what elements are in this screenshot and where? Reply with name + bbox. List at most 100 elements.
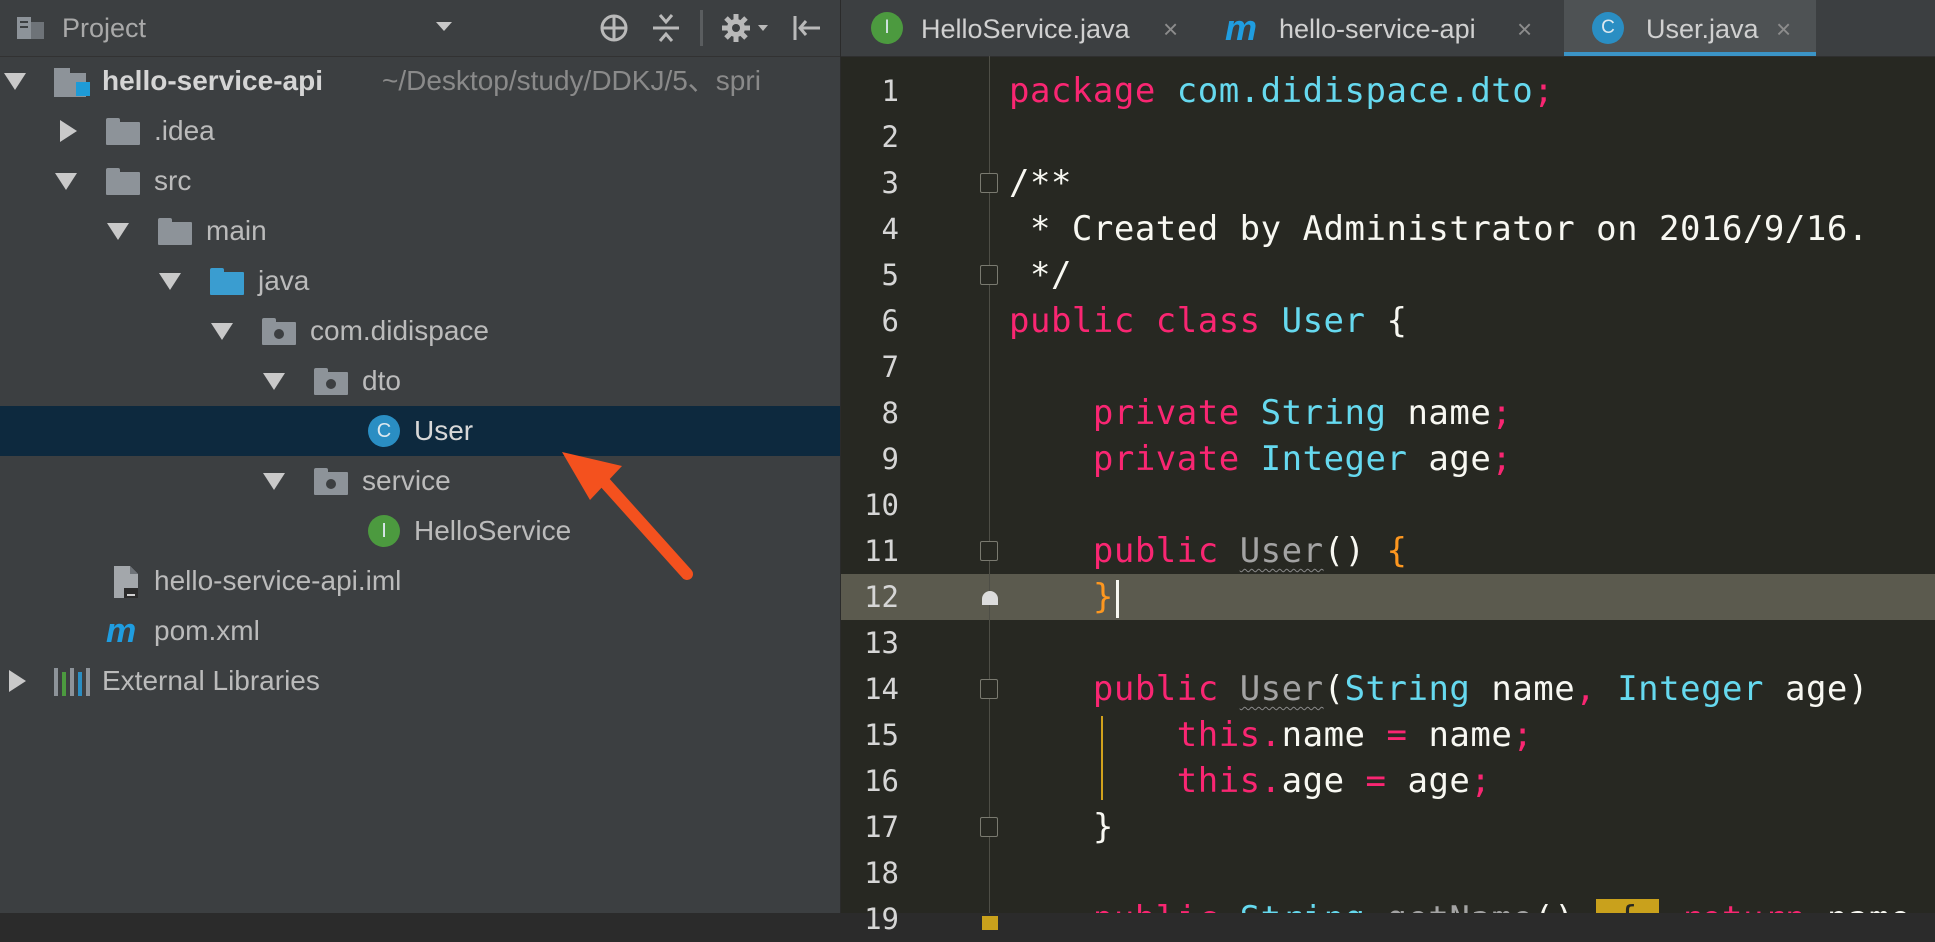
code-token: /** (1009, 163, 1072, 203)
line-number: 16 (864, 764, 899, 798)
fold-marker-icon[interactable] (980, 817, 998, 837)
tab-hello-service-api[interactable]: m hello-service-api × (1199, 0, 1553, 56)
interface-icon: I (368, 515, 400, 547)
code-token: return (1659, 899, 1827, 913)
line-number: 11 (864, 534, 899, 568)
tree-item-label: .idea (154, 115, 215, 146)
project-panel-title[interactable]: Project (62, 0, 146, 56)
fold-marker-icon[interactable] (980, 265, 998, 285)
code-area[interactable]: package com.didispace.dto; /** * Created … (1009, 56, 1935, 913)
code-token: ; (1491, 393, 1513, 433)
editor-tab-bar: I HelloService.java × m hello-service-ap… (841, 0, 1935, 57)
code-token: String (1344, 669, 1492, 709)
line-number: 8 (881, 396, 899, 430)
tree-item-hello-service-api[interactable]: hello-service-api ~/Desktop/study/DDKJ/5… (0, 56, 840, 106)
module-path: ~/Desktop/study/DDKJ/5、spri (382, 65, 761, 96)
line-number: 15 (864, 718, 899, 752)
code-line: public class User { (1009, 298, 1407, 344)
tree-item-service[interactable]: service (0, 456, 840, 506)
tree-item-main[interactable]: main (0, 206, 840, 256)
code-token: ; (1491, 439, 1513, 479)
tree-item-user[interactable]: C User (0, 406, 840, 456)
code-line: private Integer age; (1009, 436, 1512, 482)
expand-arrow-icon[interactable] (263, 356, 285, 406)
package-icon (314, 368, 348, 395)
scroll-from-source-icon[interactable] (596, 0, 632, 56)
tree-item-dto[interactable]: dto (0, 356, 840, 406)
code-token: String (1260, 393, 1408, 433)
tree-item-label: User (414, 415, 474, 446)
code-line: * Created by Administrator on 2016/9/16. (1009, 206, 1869, 252)
settings-gear-icon[interactable] (718, 0, 772, 56)
tree-item-label: pom.xml (154, 615, 260, 646)
folder-icon (158, 218, 192, 245)
line-number: 18 (864, 856, 899, 890)
module-folder-icon (52, 64, 94, 97)
code-token: User (1239, 669, 1324, 709)
tab-label: hello-service-api (1279, 14, 1476, 44)
code-token: package (1009, 71, 1177, 111)
code-token: age) (1784, 669, 1869, 709)
code-line: */ (1009, 252, 1072, 298)
expand-arrow-icon[interactable] (55, 156, 77, 206)
expand-arrow-icon[interactable] (159, 256, 181, 306)
iml-file-icon (110, 564, 144, 598)
folder-icon (106, 118, 140, 145)
tree-item-com-didispace[interactable]: com.didispace (0, 306, 840, 356)
tree-item-label: java (258, 265, 310, 296)
line-number: 1 (881, 74, 899, 108)
tree-item-pom-xml[interactable]: m pom.xml (0, 606, 840, 656)
source-folder-icon (210, 268, 244, 295)
interface-icon: I (871, 12, 903, 44)
tree-item-iml[interactable]: hello-service-api.iml (0, 556, 840, 606)
line-number: 2 (881, 120, 899, 154)
folded-code-block[interactable]: { (1596, 899, 1660, 913)
expand-arrow-icon[interactable] (263, 456, 285, 506)
class-icon: C (368, 415, 400, 447)
code-line: /** (1009, 160, 1072, 206)
view-dropdown-arrow-icon[interactable] (436, 22, 452, 31)
line-number: 17 (864, 810, 899, 844)
code-token: Integer (1260, 439, 1429, 479)
expand-fold-icon[interactable] (982, 916, 998, 930)
code-line: this.name = name; (1009, 712, 1533, 758)
tree-item-helloservice[interactable]: I HelloService (0, 506, 840, 556)
expand-arrow-icon[interactable] (4, 56, 26, 106)
line-number: 9 (881, 442, 899, 476)
code-token: this. (1176, 715, 1282, 755)
breakpoint-marker-icon[interactable] (982, 591, 998, 605)
code-token: age (1281, 761, 1366, 801)
expand-arrow-icon[interactable] (107, 206, 129, 256)
folder-icon (106, 168, 140, 195)
close-tab-icon[interactable]: × (1776, 0, 1791, 56)
indent-guide (1101, 716, 1103, 800)
code-token: name (1407, 393, 1492, 433)
close-tab-icon[interactable]: × (1163, 0, 1178, 56)
code-token: } (1092, 577, 1114, 617)
fold-marker-icon[interactable] (980, 173, 998, 193)
expand-arrow-icon[interactable] (211, 306, 233, 356)
fold-marker-icon[interactable] (980, 679, 998, 699)
collapse-arrow-icon[interactable] (6, 656, 28, 706)
code-token: com.didispace.dto (1176, 71, 1534, 111)
project-tool-window: Project hello-service-api ~/Desktop/stud… (0, 0, 840, 913)
tree-item-java[interactable]: java (0, 256, 840, 306)
collapse-all-icon[interactable] (648, 0, 684, 56)
tree-item-external-libraries[interactable]: External Libraries (0, 656, 840, 706)
tab-helloservice-java[interactable]: I HelloService.java × (841, 0, 1199, 56)
tree-item-src[interactable]: src (0, 156, 840, 206)
fold-marker-icon[interactable] (980, 541, 998, 561)
close-tab-icon[interactable]: × (1517, 0, 1532, 56)
hide-panel-icon[interactable] (788, 0, 824, 56)
code-line: public String getName() { return name (1009, 896, 1911, 913)
line-number: 3 (881, 166, 899, 200)
tree-item-idea[interactable]: .idea (0, 106, 840, 156)
collapse-arrow-icon[interactable] (57, 106, 79, 156)
toolbar-separator (700, 10, 703, 46)
maven-icon: m (1225, 7, 1258, 48)
tab-user-java[interactable]: C User.java × (1564, 0, 1816, 56)
